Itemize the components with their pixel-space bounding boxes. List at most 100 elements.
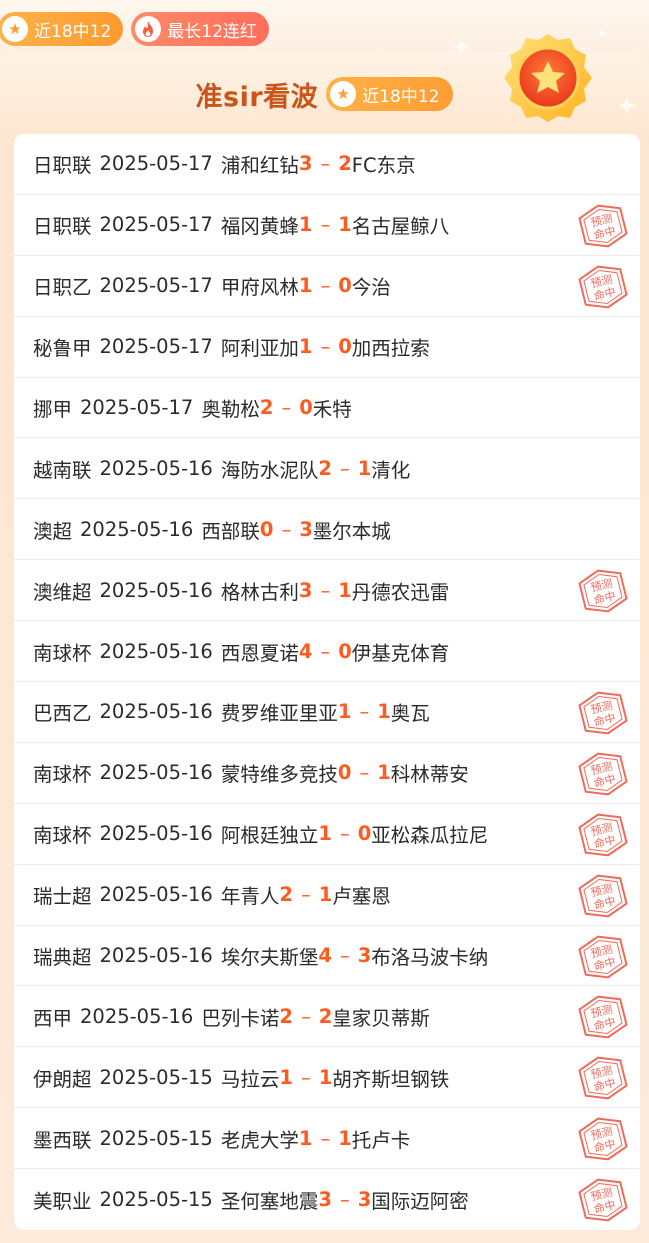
match-row[interactable]: 越南联 2025-05-16 海防水泥队 2–1 清化 bbox=[14, 438, 640, 500]
away-score: 1 bbox=[338, 213, 352, 237]
match-date: 2025-05-16 bbox=[99, 578, 213, 602]
match-date: 2025-05-15 bbox=[99, 1126, 213, 1150]
home-score: 2 bbox=[318, 456, 332, 480]
match-league: 挪甲 bbox=[33, 398, 73, 421]
home-team: 浦和红钻 bbox=[220, 154, 299, 178]
away-score: 1 bbox=[377, 761, 391, 785]
away-score: 1 bbox=[357, 456, 372, 480]
match-row[interactable]: 日职乙 2025-05-17 甲府风林 1–0 今治 预测 命中 bbox=[14, 256, 640, 317]
home-team: 阿利亚加 bbox=[220, 337, 299, 361]
home-team: 埃尔夫斯堡 bbox=[220, 946, 319, 970]
match-league: 澳超 bbox=[33, 519, 73, 543]
prediction-hit-stamp-icon: 预测命中 bbox=[578, 935, 628, 978]
home-score: 1 bbox=[298, 213, 313, 237]
dash: – bbox=[300, 1065, 311, 1089]
home-team: 费罗维亚里亚 bbox=[220, 702, 338, 726]
home-team: 海防水泥队 bbox=[220, 458, 319, 482]
home-team: 格林古利 bbox=[220, 580, 299, 604]
dash: – bbox=[339, 944, 350, 968]
dash: – bbox=[339, 456, 350, 480]
home-team: 奥勒松 bbox=[201, 398, 260, 421]
sparkle-icon: ✦ bbox=[452, 36, 471, 61]
away-score: 1 bbox=[318, 883, 333, 907]
dash: – bbox=[281, 517, 292, 541]
dash: – bbox=[339, 1188, 350, 1212]
away-team: 布洛马波卡纳 bbox=[371, 946, 489, 970]
home-score: 0 bbox=[337, 761, 352, 785]
match-league: 南球杯 bbox=[33, 641, 92, 665]
match-row[interactable]: 秘鲁甲 2025-05-17 阿利亚加 1–0 加西拉索 bbox=[14, 317, 640, 378]
dash: – bbox=[359, 761, 370, 785]
home-team: 蒙特维多竞技 bbox=[220, 763, 338, 787]
expert-title: 准sir看波 bbox=[195, 81, 319, 113]
away-team: 托卢卡 bbox=[351, 1128, 411, 1152]
away-score: 2 bbox=[338, 152, 352, 176]
away-team: 墨尔本城 bbox=[312, 519, 391, 543]
away-team: 卢塞恩 bbox=[332, 885, 391, 909]
match-row[interactable]: 美职业 2025-05-15 圣何塞地震 3–3 国际迈阿密 预测 命中 bbox=[14, 1169, 640, 1230]
away-score: 1 bbox=[377, 700, 391, 724]
home-team: 西恩夏诺 bbox=[220, 641, 299, 665]
away-team: 国际迈阿密 bbox=[371, 1190, 469, 1214]
match-row[interactable]: 西甲 2025-05-16 巴列卡诺 2–2 皇家贝蒂斯 预测 命中 bbox=[14, 986, 640, 1048]
away-score: 0 bbox=[338, 335, 352, 359]
match-row[interactable]: 南球杯 2025-05-16 阿根廷独立 1–0 亚松森瓜拉尼 预测 命中 bbox=[14, 804, 640, 865]
away-score: 0 bbox=[338, 639, 352, 663]
match-row[interactable]: 澳超 2025-05-16 西部联 0–3 墨尔本城 bbox=[14, 499, 640, 561]
away-team: FC东京 bbox=[351, 154, 416, 178]
home-score: 4 bbox=[298, 639, 313, 663]
away-team: 科林蒂安 bbox=[390, 763, 469, 787]
expert-header: 准sir看波 ★ 近18中12 bbox=[0, 72, 649, 116]
match-date: 2025-05-17 bbox=[99, 274, 213, 298]
match-row[interactable]: 瑞典超 2025-05-16 埃尔夫斯堡 4–3 布洛马波卡纳 预测 命中 bbox=[14, 926, 640, 987]
away-team: 今治 bbox=[351, 276, 391, 300]
top-badges: ★ 近18中12 最长12连红 bbox=[0, 12, 269, 46]
match-date: 2025-05-15 bbox=[99, 1065, 213, 1089]
home-score: 1 bbox=[298, 1126, 313, 1150]
match-date: 2025-05-16 bbox=[99, 944, 213, 968]
record-badge-label: 近18中12 bbox=[362, 86, 440, 107]
away-team: 禾特 bbox=[312, 398, 352, 421]
away-team: 伊基克体育 bbox=[351, 641, 450, 665]
match-row[interactable]: 日职联 2025-05-17 福冈黄蜂 1–1 名古屋鲸八 预测 命中 bbox=[14, 195, 640, 256]
match-league: 日职联 bbox=[33, 154, 92, 178]
match-row[interactable]: 瑞士超 2025-05-16 年青人 2–1 卢塞恩 预测 命中 bbox=[14, 865, 640, 926]
home-score: 1 bbox=[298, 335, 313, 359]
match-row[interactable]: 伊朗超 2025-05-15 马拉云 1–1 胡齐斯坦钢铁 预测 命中 bbox=[14, 1047, 640, 1109]
match-row[interactable]: 南球杯 2025-05-16 蒙特维多竞技 0–1 科林蒂安 预测 命中 bbox=[14, 743, 640, 804]
home-score: 2 bbox=[279, 1004, 293, 1028]
away-score: 3 bbox=[357, 944, 372, 968]
star-icon: ★ bbox=[330, 81, 357, 107]
match-row[interactable]: 挪甲 2025-05-17 奥勒松 2–0 禾特 bbox=[14, 378, 640, 439]
match-date: 2025-05-16 bbox=[99, 761, 213, 785]
prediction-hit-stamp-icon: 预测命中 bbox=[578, 1056, 628, 1100]
match-row[interactable]: 南球杯 2025-05-16 西恩夏诺 4–0 伊基克体育 bbox=[14, 621, 640, 683]
streak-badge-label: 最长12连红 bbox=[167, 21, 257, 42]
match-league: 澳维超 bbox=[33, 580, 92, 604]
away-score: 2 bbox=[318, 1004, 333, 1028]
home-team: 福冈黄蜂 bbox=[220, 215, 299, 239]
away-score: 0 bbox=[357, 822, 372, 846]
match-date: 2025-05-17 bbox=[99, 335, 213, 359]
home-team: 巴列卡诺 bbox=[201, 1006, 280, 1030]
home-score: 1 bbox=[298, 274, 313, 298]
match-row[interactable]: 澳维超 2025-05-16 格林古利 3–1 丹德农迅雷 预测 命中 bbox=[14, 560, 640, 622]
dash: – bbox=[320, 213, 331, 237]
page: ★ 近18中12 最长12连红 ✦ ✦ ✦ 准sir看波 ★ 近18中12 日职… bbox=[0, 0, 649, 1243]
match-league: 瑞士超 bbox=[33, 885, 92, 909]
prediction-hit-stamp-icon: 预测命中 bbox=[578, 996, 628, 1039]
record-badge-label: 近18中12 bbox=[34, 21, 112, 42]
dash: – bbox=[281, 396, 292, 419]
match-row[interactable]: 日职联 2025-05-17 浦和红钻 3–2 FC东京 bbox=[14, 134, 640, 195]
away-team: 清化 bbox=[371, 458, 411, 482]
away-score: 0 bbox=[299, 396, 313, 419]
home-team: 西部联 bbox=[201, 519, 260, 543]
match-league: 西甲 bbox=[33, 1006, 73, 1030]
away-team: 胡齐斯坦钢铁 bbox=[332, 1067, 450, 1091]
home-team: 老虎大学 bbox=[220, 1128, 299, 1152]
away-score: 1 bbox=[318, 1065, 333, 1089]
match-row[interactable]: 墨西联 2025-05-15 老虎大学 1–1 托卢卡 预测 命中 bbox=[14, 1108, 640, 1170]
match-row[interactable]: 巴西乙 2025-05-16 费罗维亚里亚 1–1 奥瓦 预测 命中 bbox=[14, 682, 640, 743]
dash: – bbox=[300, 883, 311, 907]
match-league: 美职业 bbox=[33, 1190, 92, 1214]
